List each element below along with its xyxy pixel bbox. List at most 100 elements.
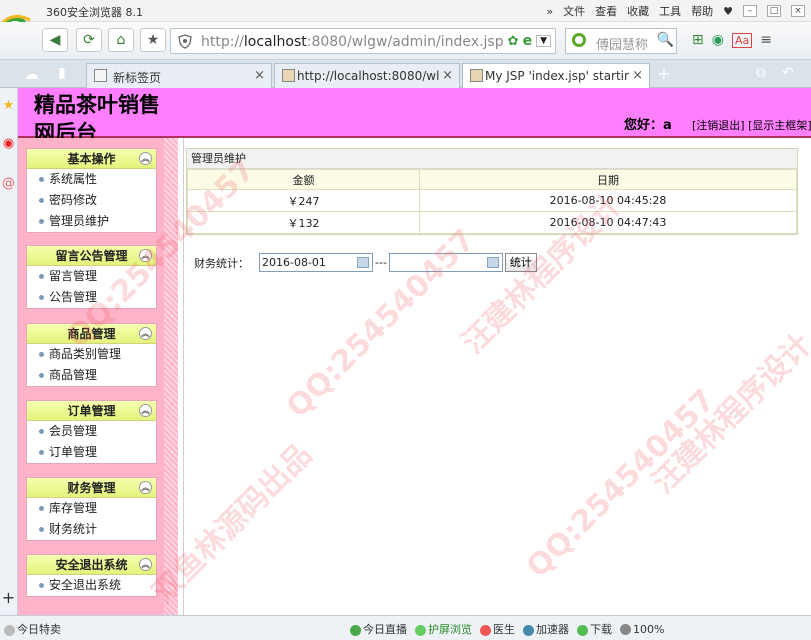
tab-index-jsp[interactable]: My JSP 'index.jsp' starting p × — [462, 63, 650, 88]
mail-icon[interactable]: @ — [0, 176, 17, 198]
addon-grid-icon[interactable]: ⊞ — [692, 32, 704, 48]
menu-group-header[interactable]: 财务管理 ︽ — [27, 478, 156, 498]
menu-item-finance-stats[interactable]: 财务统计 — [27, 519, 156, 540]
cloud-icon[interactable]: ☁ — [24, 65, 39, 83]
menu-group-header[interactable]: 安全退出系统 ︽ — [27, 555, 156, 575]
menu-item-label: 会员管理 — [49, 424, 98, 438]
refresh-icon[interactable]: ⟳ — [76, 28, 102, 52]
collapse-icon[interactable]: ︽ — [139, 481, 152, 494]
add-sidebar-icon[interactable]: + — [0, 588, 17, 610]
collapse-icon[interactable]: ︽ — [139, 152, 152, 165]
frame-splitter[interactable] — [178, 138, 184, 615]
new-tab-button[interactable]: + — [654, 65, 674, 85]
menu-group-header[interactable]: 商品管理 ︽ — [27, 324, 156, 344]
zoom-icon — [620, 624, 631, 635]
gift-icon — [4, 624, 15, 636]
menu-item-category-manage[interactable]: 商品类别管理 — [27, 344, 156, 365]
security-shield-icon[interactable] — [178, 34, 192, 49]
nav-forward-menu-icon[interactable]: » — [546, 5, 553, 18]
calendar-icon[interactable] — [486, 257, 499, 268]
menu-item-system-props[interactable]: 系统属性 — [27, 169, 156, 190]
download-link[interactable]: 下载 — [577, 621, 612, 637]
live-link[interactable]: 今日直播 — [350, 621, 407, 637]
address-bar[interactable]: http://localhost:8080/wlgw/admin/index.j… — [170, 28, 556, 54]
address-url[interactable]: http://localhost:8080/wlgw/admin/index.j… — [201, 34, 504, 50]
extension-icon[interactable]: ◉ — [712, 32, 724, 48]
close-tab-icon[interactable]: × — [632, 68, 643, 83]
collapse-icon[interactable]: ︽ — [139, 558, 152, 571]
phone-icon[interactable]: ▮ — [58, 65, 66, 81]
status-label: 加速器 — [536, 623, 569, 636]
bullet-icon — [39, 429, 44, 434]
menu-item-password[interactable]: 密码修改 — [27, 190, 156, 211]
calendar-icon[interactable] — [357, 257, 369, 268]
menu-item-safe-logout[interactable]: 安全退出系统 — [27, 575, 156, 596]
menu-file[interactable]: 文件 — [563, 3, 585, 19]
table-row: ￥132 2016-08-10 04:47:43 — [187, 211, 797, 234]
restore-tabs-icon[interactable]: ⧉ — [756, 65, 766, 81]
favorites-icon[interactable]: ★ — [0, 98, 17, 120]
collapse-icon[interactable]: ︽ — [139, 327, 152, 340]
menu-item-label: 财务统计 — [49, 522, 98, 536]
menu-item-message-manage[interactable]: 留言管理 — [27, 266, 156, 287]
compat-mode-icon[interactable]: ✿ — [508, 34, 519, 49]
menu-item-admin-maintain[interactable]: 管理员维护 — [27, 211, 156, 232]
menu-group-header[interactable]: 留言公告管理 ︽ — [27, 246, 156, 266]
maximize-button[interactable]: □ — [767, 5, 781, 17]
undo-icon[interactable]: ↶ — [782, 65, 794, 81]
tab-new-tab[interactable]: 新标签页 × — [86, 63, 272, 88]
status-label: 护屏浏览 — [428, 623, 472, 636]
ie-mode-icon[interactable]: e — [523, 33, 533, 49]
menu-group-basic: 基本操作 ︽ 系统属性 密码修改 管理员维护 — [26, 148, 157, 233]
tab-localhost[interactable]: http://localhost:8080/wlgw/i × — [274, 63, 460, 88]
menu-tools[interactable]: 工具 — [659, 3, 681, 19]
menu-item-notice-manage[interactable]: 公告管理 — [27, 287, 156, 308]
dropdown-icon[interactable]: ▼ — [536, 35, 551, 47]
collapse-icon[interactable]: ︽ — [139, 404, 152, 417]
translate-icon[interactable]: Aa — [731, 32, 753, 48]
download-icon — [577, 624, 588, 636]
search-icon[interactable]: 🔍 — [657, 32, 674, 48]
menu-view[interactable]: 查看 — [595, 3, 617, 19]
menu-group-header[interactable]: 基本操作 ︽ — [27, 149, 156, 169]
menu-favorites[interactable]: 收藏 — [627, 3, 649, 19]
date-cell: 2016-08-10 04:45:28 — [419, 189, 797, 212]
close-tab-icon[interactable]: × — [254, 68, 265, 83]
finance-stats-form: 财务统计： 2016-08-01 --- 统计 — [194, 253, 537, 272]
accelerator-link[interactable]: 加速器 — [523, 621, 569, 637]
minimize-button[interactable]: – — [743, 5, 757, 17]
bullet-icon — [39, 295, 44, 300]
menu-group-title: 留言公告管理 — [55, 249, 128, 263]
doctor-link[interactable]: 医生 — [480, 621, 515, 637]
show-main-frame-link[interactable]: [显示主框架] — [748, 119, 811, 132]
close-tab-icon[interactable]: × — [442, 68, 453, 83]
back-icon[interactable]: ◀ — [42, 28, 68, 52]
menu-group-header[interactable]: 订单管理 ︽ — [27, 401, 156, 421]
tab-label: 新标签页 — [113, 71, 162, 85]
main-area: 管理员维护 金额 日期 ￥247 2016-08-10 04:45:28 ￥13… — [186, 148, 798, 272]
menu-item-stock-manage[interactable]: 库存管理 — [27, 498, 156, 519]
daily-sale-link[interactable]: 今日特卖 — [4, 621, 61, 637]
menu-item-order-manage[interactable]: 订单管理 — [27, 442, 156, 463]
close-window-button[interactable]: × — [791, 5, 805, 17]
menu-item-product-manage[interactable]: 商品管理 — [27, 365, 156, 386]
search-engine-icon[interactable] — [572, 33, 586, 47]
favorite-star-icon[interactable]: ★ — [140, 28, 166, 52]
logout-link[interactable]: [注销退出] — [692, 119, 745, 132]
weibo-icon[interactable]: ◉ — [0, 136, 17, 158]
eye-care-link[interactable]: 护屏浏览 — [415, 621, 472, 637]
zoom-control[interactable]: 100% — [620, 623, 664, 636]
menu-item-member-manage[interactable]: 会员管理 — [27, 421, 156, 442]
menu-help[interactable]: 帮助 — [691, 3, 713, 19]
collapse-icon[interactable]: ︽ — [139, 249, 152, 262]
home-icon[interactable]: ⌂ — [108, 28, 134, 52]
end-date-field[interactable] — [388, 253, 503, 272]
more-icon[interactable]: ≡ — [760, 32, 772, 48]
search-box[interactable]: 傅园慧称 🔍 — [565, 28, 677, 54]
bullet-icon — [39, 527, 44, 532]
table-header-row: 金额 日期 — [187, 169, 797, 190]
skin-icon[interactable]: ♥ — [723, 5, 733, 18]
start-date-field[interactable]: 2016-08-01 — [259, 253, 373, 272]
page-content: 精品茶叶销售网后台 您好：a [注销退出] [显示主框架] 基本操作 ︽ 系统属性… — [18, 88, 811, 615]
stats-button[interactable]: 统计 — [504, 253, 537, 272]
